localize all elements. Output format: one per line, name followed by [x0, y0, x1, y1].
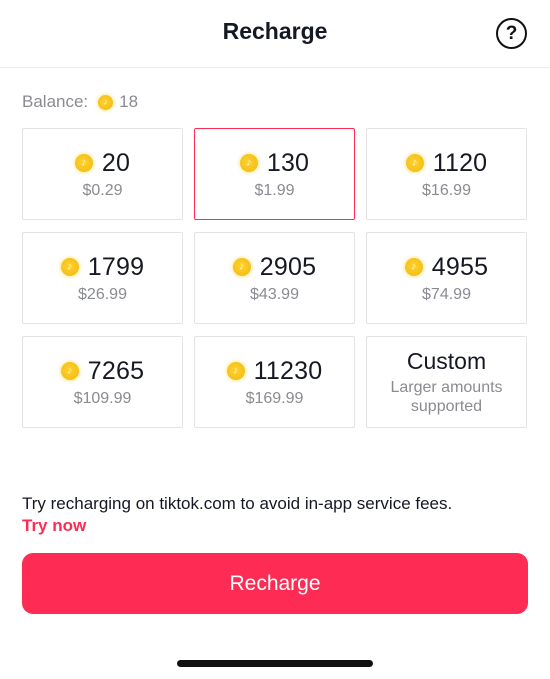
recharge-button[interactable]: Recharge: [22, 553, 528, 614]
package-coins: 1799: [87, 252, 145, 281]
package-coins: 130: [266, 148, 310, 177]
package-coins: 1120: [432, 148, 488, 177]
package-price: $109.99: [73, 389, 132, 407]
package-tile-1[interactable]: 130 $1.99: [194, 128, 355, 220]
coin-icon: [74, 154, 93, 172]
package-tile-0[interactable]: 20 $0.29: [22, 128, 183, 220]
package-tile-6[interactable]: 7265 $109.99: [22, 336, 183, 428]
balance-value: 18: [119, 92, 139, 111]
package-price: $43.99: [250, 285, 299, 303]
try-now-link[interactable]: Try now: [22, 516, 86, 536]
balance-row: Balance: 18: [22, 92, 138, 112]
package-price: $169.99: [245, 389, 304, 407]
page-title: Recharge: [222, 18, 328, 44]
custom-title: Custom: [406, 348, 487, 374]
coin-icon: [232, 258, 251, 276]
custom-amount-tile[interactable]: Custom Larger amounts supported: [366, 336, 527, 428]
package-price: $1.99: [254, 181, 295, 199]
coin-icon: [405, 154, 424, 172]
question-circle-icon[interactable]: ?: [496, 18, 527, 49]
package-price: $16.99: [422, 181, 471, 199]
promo-text: Try recharging on tiktok.com to avoid in…: [22, 494, 453, 513]
coin-icon: [404, 258, 423, 276]
package-tile-7[interactable]: 11230 $169.99: [194, 336, 355, 428]
package-price: $26.99: [78, 285, 127, 303]
package-coins: 11230: [253, 356, 323, 385]
header: Recharge ?: [0, 0, 550, 68]
package-tile-3[interactable]: 1799 $26.99: [22, 232, 183, 324]
package-coins: 7265: [87, 356, 145, 385]
custom-subtitle: Larger amounts supported: [390, 378, 502, 416]
coin-icon: [60, 362, 79, 380]
coin-icon: [239, 154, 258, 172]
package-price: $0.29: [82, 181, 123, 199]
package-price: $74.99: [422, 285, 471, 303]
home-indicator: [177, 660, 373, 667]
package-coins: 2905: [259, 252, 317, 281]
package-coins: 20: [101, 148, 131, 177]
coin-icon: [98, 94, 114, 110]
balance-label: Balance:: [22, 92, 89, 111]
package-coins: 4955: [431, 252, 489, 281]
package-tile-5[interactable]: 4955 $74.99: [366, 232, 527, 324]
package-tile-2[interactable]: 1120 $16.99: [366, 128, 527, 220]
coin-icon: [226, 362, 245, 380]
custom-subtitle-line2: supported: [410, 398, 483, 415]
coin-icon: [60, 258, 79, 276]
package-tile-4[interactable]: 2905 $43.99: [194, 232, 355, 324]
custom-subtitle-line1: Larger amounts: [390, 379, 503, 396]
package-grid: 20 $0.29 130 $1.99 1120 $16.99 1799 $26.…: [22, 128, 528, 428]
